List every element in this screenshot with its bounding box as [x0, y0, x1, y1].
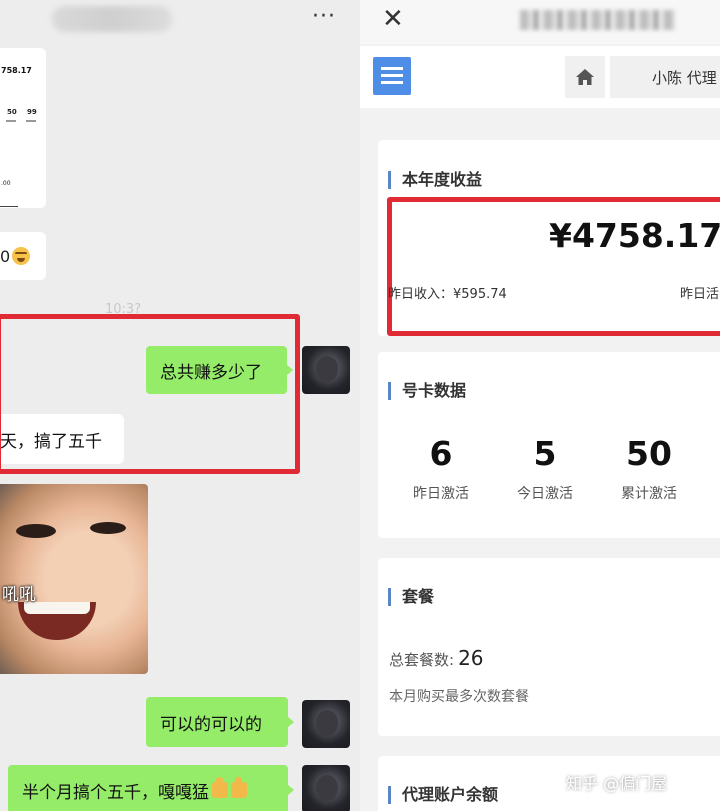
- stat-today-activations: 5 今日激活: [500, 434, 590, 503]
- sticker-image[interactable]: 吼吼: [0, 484, 148, 674]
- package-total-value: 26: [458, 646, 484, 670]
- card-title: 代理账户余额: [388, 786, 498, 804]
- message-bubble-sent[interactable]: 可以的可以的: [146, 697, 294, 747]
- message-bubble-sent[interactable]: 半个月搞个五千，嘎嘎猛: [8, 765, 294, 811]
- sticker-eye: [16, 524, 56, 538]
- yearly-income-card: 本年度收益 ¥4758.17 昨日收入：¥595.74 昨日活: [378, 140, 720, 336]
- sticker-eye: [90, 522, 126, 534]
- menu-bar: [381, 81, 403, 84]
- chat-panel: ··· 758.17 50 99 .00 0 10:3? 总共赚多少了 天，搞了…: [0, 0, 360, 811]
- grin-emoji-icon: [12, 247, 31, 265]
- dashboard-panel: ✕ 小陈 代理 本年度收益 ¥4758.17 昨日收入：¥595.74 昨日活 …: [360, 0, 720, 811]
- package-total: 总套餐数: 26: [389, 646, 484, 670]
- menu-bar: [381, 74, 403, 77]
- card-title: 本年度收益: [388, 171, 482, 189]
- more-icon[interactable]: ···: [312, 4, 336, 29]
- thumb-divider: [0, 206, 18, 207]
- thumb-bottom: .00: [1, 180, 11, 187]
- chat-title-blurred: [52, 6, 172, 32]
- thumb-line: [26, 120, 36, 122]
- home-icon: [576, 69, 594, 85]
- navbar: 小陈 代理: [360, 46, 720, 108]
- stat-yesterday-activations: 6 昨日激活: [396, 434, 486, 503]
- thumb-num-a: 50: [7, 108, 17, 116]
- stat-value: 50: [626, 434, 672, 473]
- thumb-line: [6, 120, 16, 122]
- stat-value: 6: [429, 434, 453, 473]
- package-description: 本月购买最多次数套餐: [389, 689, 529, 705]
- message-text: 半个月搞个五千，嘎嘎猛: [22, 782, 209, 803]
- package-card: 套餐 总套餐数: 26 本月购买最多次数套餐: [378, 558, 720, 736]
- stat-label: 累计激活: [621, 486, 677, 502]
- card-data-card: 号卡数据 6 昨日激活 5 今日激活 50 累计激活: [378, 352, 720, 538]
- avatar[interactable]: [302, 700, 350, 748]
- page-title-blurred: [520, 10, 675, 30]
- yesterday-activation-label: 昨日活: [680, 287, 720, 302]
- stat-total-activations: 50 累计激活: [604, 434, 694, 503]
- stat-value: 5: [533, 434, 557, 473]
- sticker-mouth: [18, 602, 96, 640]
- highlight-box: [0, 314, 300, 474]
- user-menu[interactable]: 小陈 代理: [610, 56, 720, 98]
- close-icon[interactable]: ✕: [382, 4, 404, 34]
- home-button[interactable]: [565, 56, 605, 98]
- package-total-label: 总套餐数:: [389, 651, 455, 669]
- yearly-amount: ¥4758.17: [549, 216, 720, 255]
- thumb-num-b: 99: [27, 108, 37, 116]
- chat-header: ···: [0, 0, 360, 42]
- watermark: 知乎 @偏门屋: [566, 774, 668, 793]
- menu-button[interactable]: [373, 57, 411, 95]
- balance-card: 代理账户余额: [378, 756, 720, 811]
- menu-bar: [381, 67, 403, 70]
- message-text: 可以的可以的: [160, 714, 262, 735]
- thumb-amount: 758.17: [1, 66, 32, 75]
- stat-label: 今日激活: [517, 486, 573, 502]
- browser-top-bar: ✕: [360, 0, 720, 44]
- message-text: 0: [0, 246, 11, 266]
- sticker-caption: 吼吼: [2, 585, 36, 605]
- avatar[interactable]: [302, 765, 350, 811]
- thumbs-up-icon: [212, 777, 228, 798]
- screenshot-thumbnail[interactable]: 758.17 50 99 .00: [0, 48, 46, 208]
- avatar[interactable]: [302, 346, 350, 394]
- card-title: 套餐: [388, 588, 434, 606]
- card-title: 号卡数据: [388, 382, 466, 400]
- thumbs-up-icon: [231, 777, 247, 798]
- yesterday-income: 昨日收入：¥595.74: [388, 287, 507, 302]
- stat-label: 昨日激活: [413, 486, 469, 502]
- message-bubble-partial[interactable]: 0: [0, 232, 46, 280]
